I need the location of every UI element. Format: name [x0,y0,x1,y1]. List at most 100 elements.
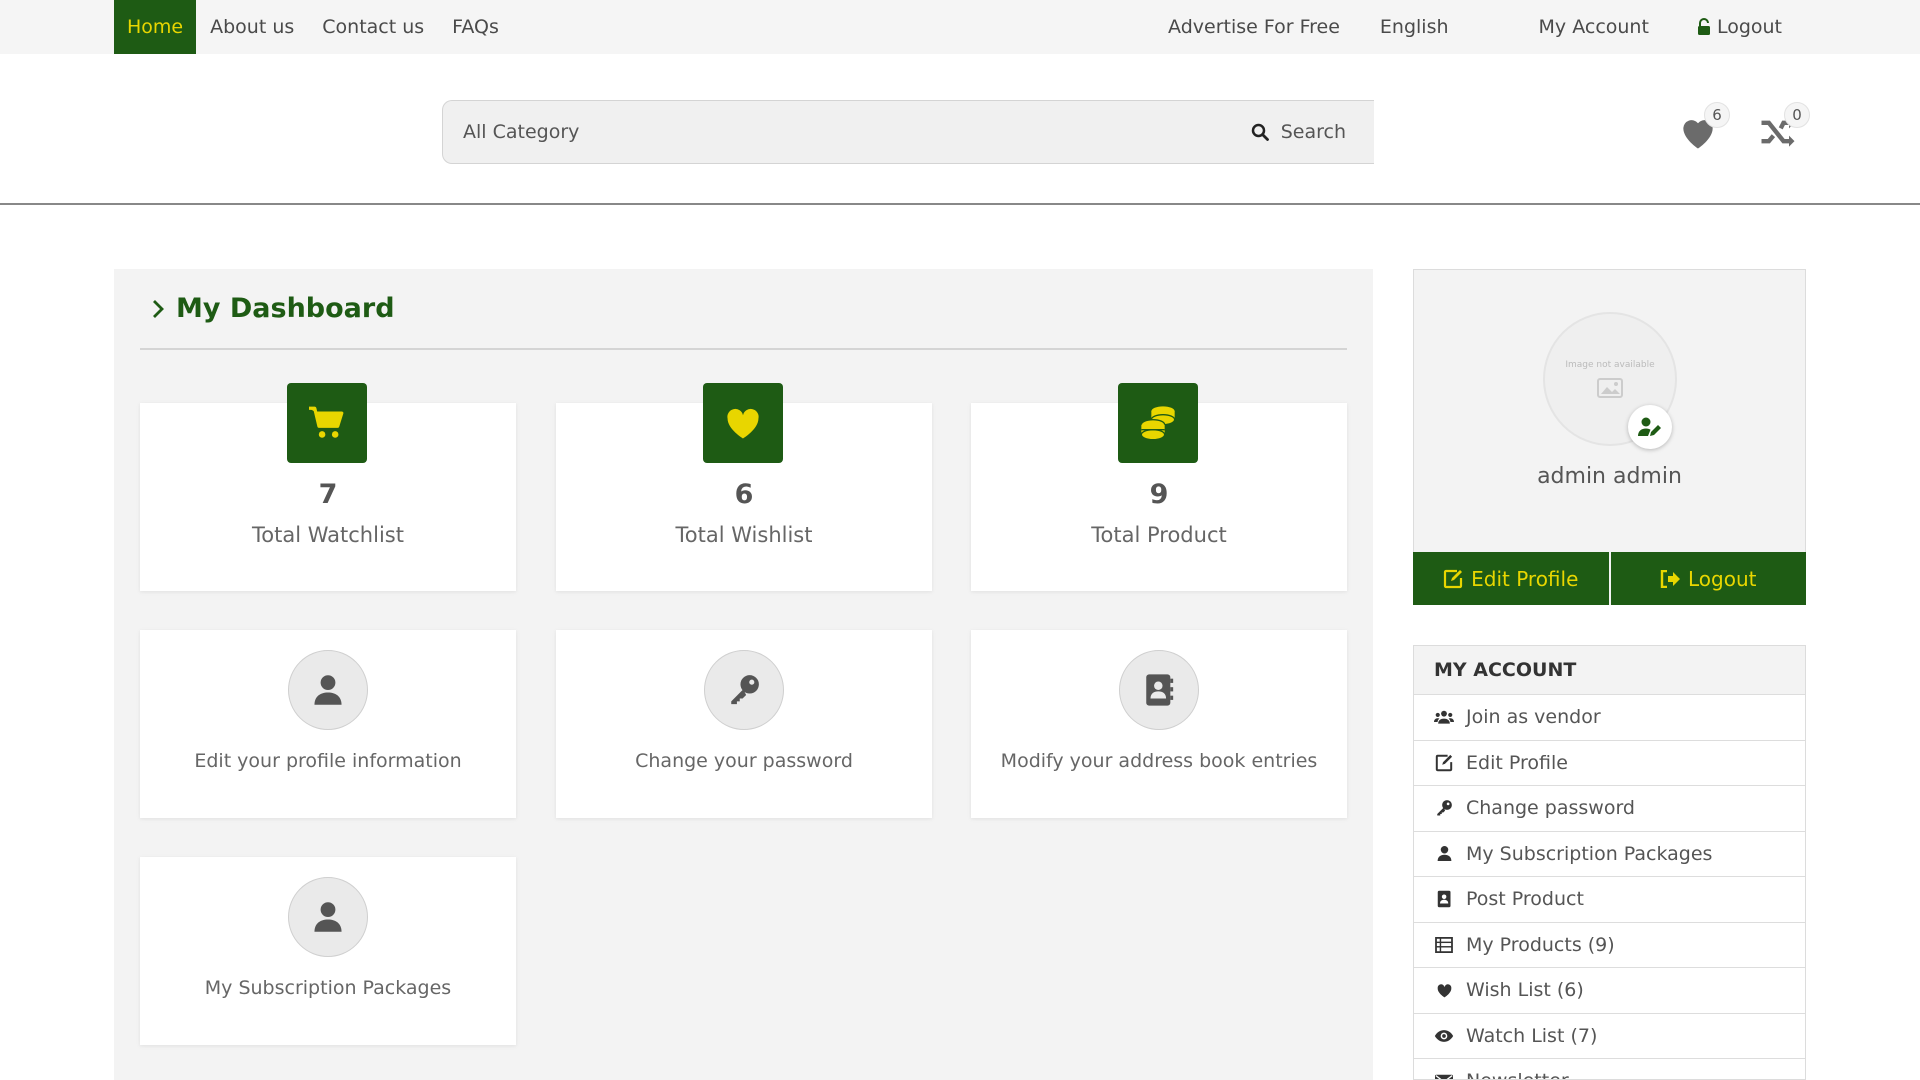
menu-item-subscription[interactable]: My Subscription Packages [1414,830,1805,877]
nav-contact-us[interactable]: Contact us [322,16,424,38]
profile-actions: Edit Profile Logout [1413,552,1806,605]
address-book-icon [1146,674,1174,706]
menu-item-label: Newsletter [1466,1070,1569,1079]
link-card-subscription[interactable]: My Subscription Packages [140,857,516,1045]
menu-item-newsletter[interactable]: Newsletter [1414,1058,1805,1079]
menu-item-change-password[interactable]: Change password [1414,785,1805,831]
wishlist-count-badge: 6 [1704,102,1730,128]
menu-item-label: Watch List (7) [1466,1024,1598,1047]
stat-icon-box [287,383,367,463]
key-icon [1437,800,1452,816]
stat-label: Total Watchlist [252,523,404,547]
eye-icon [1434,1029,1454,1042]
link-label: Modify your address book entries [1000,750,1318,772]
stat-label: Total Wishlist [675,523,813,547]
search-icon [1251,123,1269,141]
search-bar: All Category Search [442,100,1374,164]
link-icon-circle [1119,650,1199,730]
heart-icon [1437,984,1451,998]
top-nav: Home About us Contact us FAQs [114,0,527,54]
profile-card: Image not available admin admin Edit Pro… [1413,269,1806,605]
sign-out-icon [1660,569,1680,588]
stat-label: Total Product [1091,523,1227,547]
stat-card-product[interactable]: 9 Total Product [971,383,1347,591]
menu-item-post-product[interactable]: Post Product [1414,876,1805,922]
user-icon [1437,846,1451,862]
link-label: My Subscription Packages [204,977,452,999]
wishlist-button[interactable]: 6 [1676,102,1730,154]
link-icon-circle [288,650,368,730]
logout-link[interactable]: Logout [1697,16,1782,38]
stat-card-watchlist[interactable]: 7 Total Watchlist [140,383,516,591]
stat-icon-box [1118,383,1198,463]
edit-icon [1444,569,1463,588]
menu-item-label: Post Product [1466,888,1584,911]
edit-icon [1435,754,1453,771]
menu-item-wish-list[interactable]: Wish List (6) [1414,967,1805,1013]
search-button[interactable]: Search [1251,121,1346,143]
menu-item-my-products[interactable]: My Products (9) [1414,921,1805,968]
dashboard-heading: My Dashboard [152,293,395,324]
my-account-link[interactable]: My Account [1539,16,1649,38]
menu-item-watch-list[interactable]: Watch List (7) [1414,1012,1805,1059]
logout-link-label: Logout [1716,16,1782,38]
page-title: My Dashboard [176,293,395,324]
edit-profile-button[interactable]: Edit Profile [1413,552,1611,605]
stat-card-wishlist[interactable]: 6 Total Wishlist [556,383,932,591]
profile-logout-label: Logout [1688,566,1757,591]
link-card-address-book[interactable]: Modify your address book entries [971,630,1347,818]
link-label: Change your password [635,750,853,772]
top-right-links: Advertise For Free English My Account Lo… [1168,0,1782,54]
avatar-edit-button[interactable] [1628,405,1672,449]
key-icon [731,675,759,705]
user-edit-icon [1638,417,1661,436]
link-icon-circle [288,877,368,957]
user-icon [314,675,342,705]
menu-item-label: My Products (9) [1466,933,1615,956]
menu-item-label: My Subscription Packages [1466,842,1713,865]
nav-about-us[interactable]: About us [210,16,294,38]
list-icon [1435,936,1453,953]
heart-icon [727,408,759,439]
compare-button[interactable]: 0 [1756,102,1810,154]
envelope-icon [1435,1074,1453,1079]
nav-home[interactable]: Home [114,0,197,54]
link-label: Edit your profile information [194,750,462,772]
header-divider [0,203,1920,205]
dashboard-divider [140,348,1347,350]
menu-item-join-vendor[interactable]: Join as vendor [1414,694,1805,740]
advertise-link[interactable]: Advertise For Free [1168,16,1340,38]
users-icon [1434,711,1454,724]
profile-name: admin admin [1537,464,1682,489]
stat-value: 6 [734,479,754,510]
address-book-icon [1437,891,1450,908]
dashboard-panel: My Dashboard 7 Total Watchlist 6 Total W… [114,269,1373,1080]
link-icon-circle [704,650,784,730]
search-button-label: Search [1280,121,1346,143]
coins-icon [1140,406,1176,441]
account-menu: MY ACCOUNT Join as vendor Edit Profile C… [1413,645,1806,1080]
cart-icon [309,406,344,438]
menu-item-label: Edit Profile [1466,751,1568,774]
chevron-right-icon [153,299,164,318]
stat-value: 9 [1149,479,1169,510]
avatar-placeholder-text: Image not available [1565,360,1655,370]
header-icons: 6 0 [1676,102,1810,154]
language-selector[interactable]: English [1380,16,1449,38]
link-card-change-password[interactable]: Change your password [556,630,932,818]
profile-logout-button[interactable]: Logout [1610,552,1806,605]
stat-icon-box [703,383,783,463]
image-icon [1597,378,1623,398]
category-select[interactable]: All Category [463,121,1251,143]
nav-faqs[interactable]: FAQs [452,16,499,38]
edit-profile-label: Edit Profile [1471,566,1579,591]
compare-count-badge: 0 [1784,102,1810,128]
menu-item-label: Join as vendor [1466,706,1601,729]
account-menu-title: MY ACCOUNT [1414,646,1805,694]
link-card-edit-profile[interactable]: Edit your profile information [140,630,516,818]
stat-value: 7 [318,479,338,510]
lock-icon [1697,18,1710,35]
menu-item-edit-profile[interactable]: Edit Profile [1414,739,1805,786]
menu-item-label: Wish List (6) [1466,979,1584,1002]
user-icon [314,902,342,932]
